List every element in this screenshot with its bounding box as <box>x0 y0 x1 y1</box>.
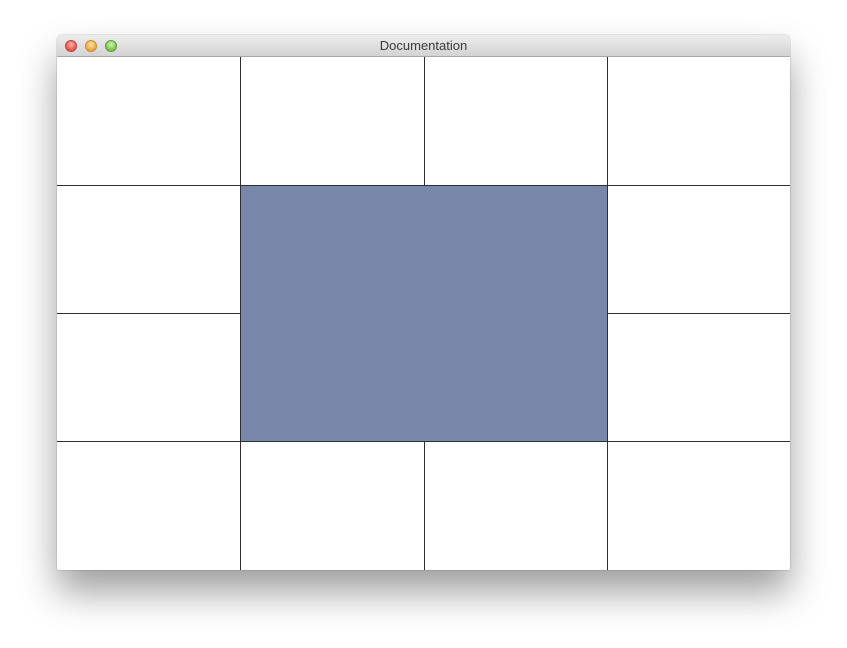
grid-line-vertical-2-bottom <box>424 441 425 570</box>
grid-cell-r1-c2 <box>241 57 424 185</box>
window-titlebar[interactable]: Documentation <box>57 35 790 57</box>
grid-cell-r4-c4 <box>608 442 790 570</box>
grid-line-horizontal-2-right <box>608 313 790 314</box>
grid-cell-r2-c4 <box>608 186 790 313</box>
grid-line-horizontal-2-left <box>57 313 240 314</box>
center-merged-block <box>240 185 607 441</box>
grid-cell-r4-c2 <box>241 442 424 570</box>
grid-line-horizontal-1 <box>57 185 790 186</box>
grid-cell-r1-c1 <box>57 57 240 185</box>
desktop: Documentation <box>0 0 847 648</box>
window-content <box>57 57 790 570</box>
grid-cell-r4-c3 <box>425 442 607 570</box>
grid-cell-r3-c1 <box>57 314 240 441</box>
grid-line-vertical-1 <box>240 57 241 570</box>
grid-cell-r2-c1 <box>57 186 240 313</box>
grid-cell-r1-c4 <box>608 57 790 185</box>
window-title: Documentation <box>379 38 468 53</box>
grid-cell-r4-c1 <box>57 442 240 570</box>
grid-line-horizontal-3 <box>57 441 790 442</box>
grid-line-vertical-2-top <box>424 57 425 185</box>
documentation-window: Documentation <box>57 35 790 570</box>
grid-cell-r1-c3 <box>425 57 607 185</box>
grid-cell-r3-c4 <box>608 314 790 441</box>
